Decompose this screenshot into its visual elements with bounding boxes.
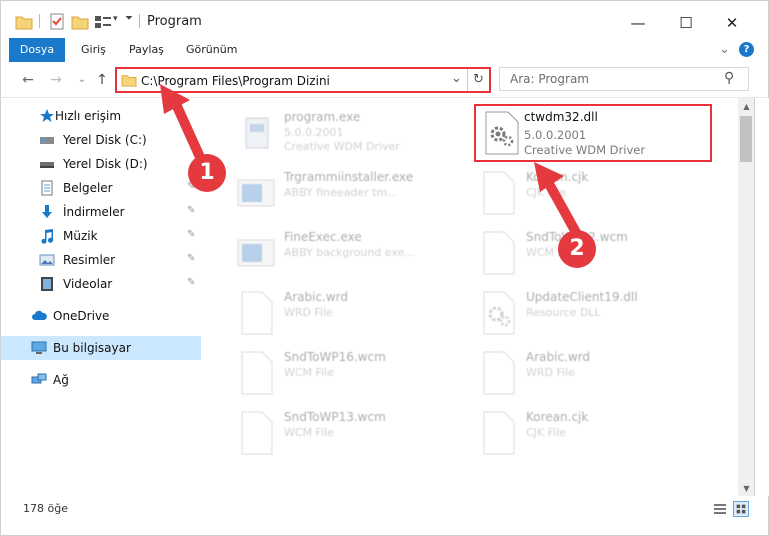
- annotation-badge-2: 2: [558, 230, 596, 268]
- annotation-badge-1: 1: [188, 154, 226, 192]
- annotation-arrow-1: [160, 84, 583, 241]
